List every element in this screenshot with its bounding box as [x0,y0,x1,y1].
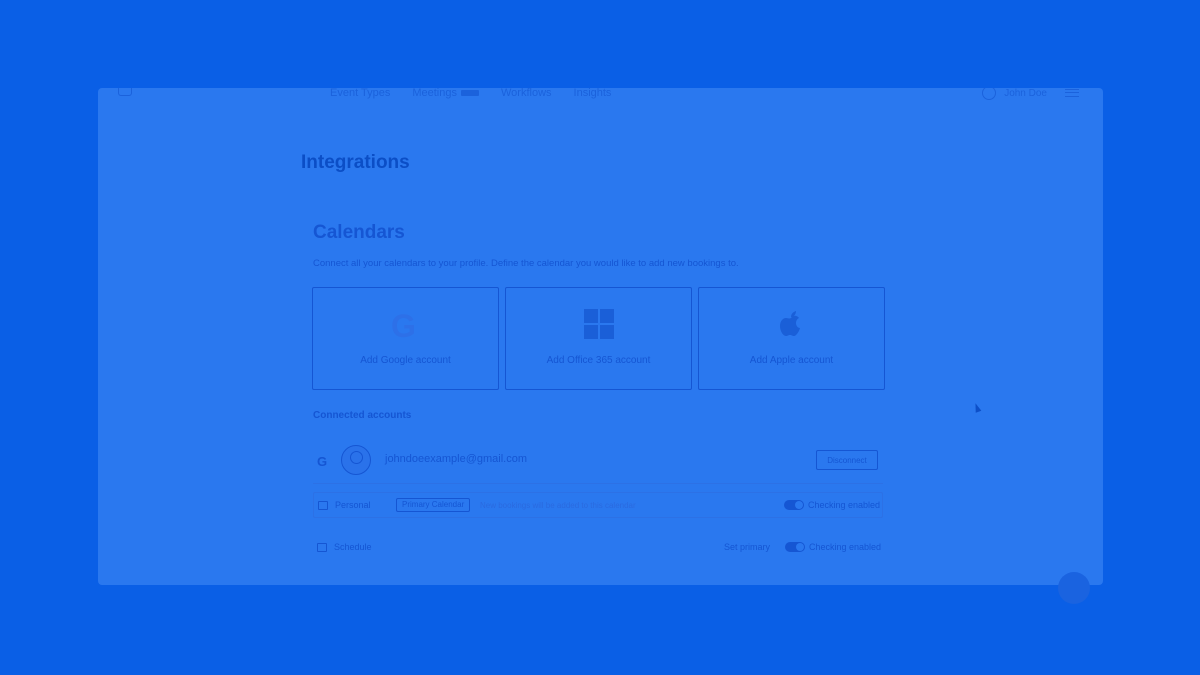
connected-account-row: G johndoeexample@gmail.com Disconnect [313,442,883,484]
nav-item-workflows[interactable]: Workflows [501,88,552,99]
apple-icon [780,311,800,336]
set-primary-link[interactable]: Set primary [724,542,770,552]
connected-accounts-title: Connected accounts [313,410,412,421]
user-menu[interactable]: John Doe [982,88,1079,100]
toggle-label: Checking enabled [807,500,880,510]
account-email: johndoeexample@gmail.com [385,453,528,465]
app-window: Event Types Meetings Workflows Insights … [98,88,1103,585]
nav-item-label: Meetings [412,88,457,99]
calendar-row-schedule: Schedule Set primary Checking enabled [313,535,883,561]
hamburger-menu-icon[interactable] [1065,89,1079,97]
calendars-card: Calendars Connect all your calendars to … [303,210,889,585]
google-icon: G [317,454,328,469]
calendar-row-personal: Personal Primary Calendar New bookings w… [313,492,883,518]
add-google-account-button[interactable]: G Add Google account [312,287,499,390]
chat-bubble-icon[interactable] [1058,572,1090,604]
top-nav: Event Types Meetings Workflows Insights … [98,88,1103,100]
avatar [341,445,371,475]
nav-item-meetings[interactable]: Meetings [412,88,479,99]
calendar-name: Personal [335,500,371,510]
calendar-icon [318,501,328,510]
toggle-label: Checking enabled [808,542,881,552]
disconnect-button[interactable]: Disconnect [816,450,878,470]
provider-label: Add Apple account [749,355,834,366]
section-description: Connect all your calendars to your profi… [313,258,739,269]
checking-toggle[interactable] [785,542,805,552]
add-office365-account-button[interactable]: Add Office 365 account [505,287,692,390]
calendar-note: New bookings will be added to this calen… [480,501,636,510]
checking-toggle[interactable] [784,500,804,510]
provider-label: Add Google account [360,355,451,366]
calendar-icon [317,543,327,552]
provider-label: Add Office 365 account [546,355,651,366]
calendar-name: Schedule [334,542,372,552]
user-avatar[interactable] [982,88,997,100]
nav-badge [460,90,479,97]
section-title: Calendars [313,222,405,243]
nav-item-event-types[interactable]: Event Types [330,88,390,99]
logo-icon[interactable] [118,88,132,96]
add-apple-account-button[interactable]: Add Apple account [698,287,885,390]
user-name: John Doe [1004,88,1047,99]
page-title: Integrations [301,152,410,173]
primary-calendar-badge: Primary Calendar [396,498,471,512]
nav-item-insights[interactable]: Insights [574,88,612,99]
nav-menu: Event Types Meetings Workflows Insights [330,88,612,99]
office-icon [584,309,614,339]
google-icon: G [391,308,416,344]
provider-list: G Add Google account Add Office 365 acco… [312,287,885,390]
